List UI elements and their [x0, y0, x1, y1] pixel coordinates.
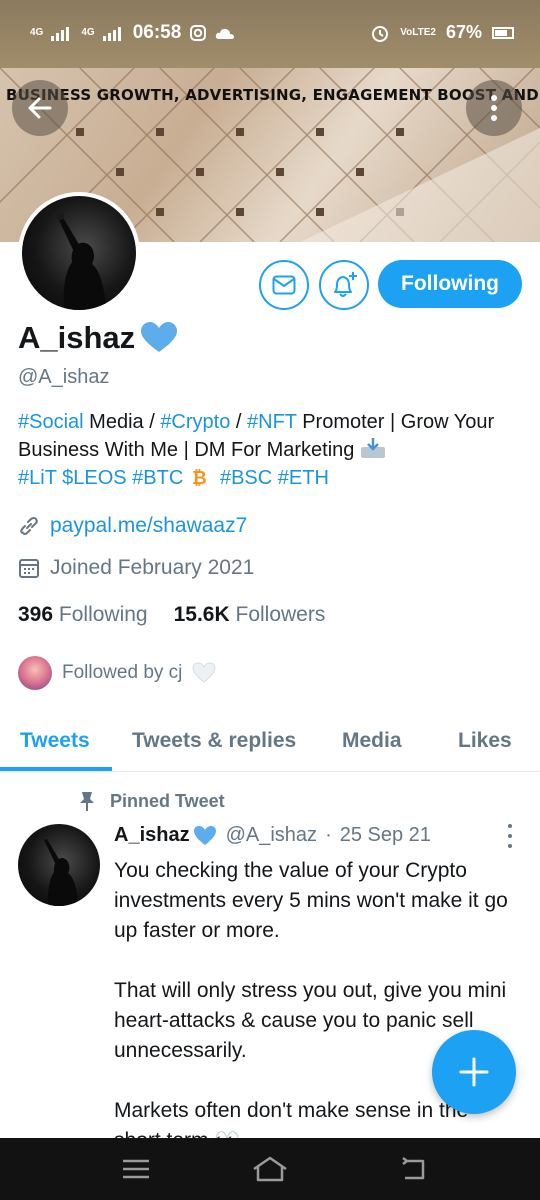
inbox-tray-icon [360, 438, 385, 458]
followers-stat[interactable]: 15.6K Followers [174, 603, 326, 627]
pinned-label: Pinned Tweet [78, 790, 225, 812]
bio-text-segment: / [230, 411, 248, 433]
tab-tweets[interactable]: Tweets [20, 712, 90, 770]
profile-tabs: Tweets Tweets & replies Media Likes [0, 712, 540, 772]
battery-icon [492, 26, 514, 39]
banner-text: BUSINESS GROWTH, ADVERTISING, ENGAGEMENT… [6, 86, 540, 104]
following-count: 396 [18, 603, 54, 626]
tweet-author-avatar[interactable] [18, 824, 100, 906]
back-nav-button[interactable] [390, 1152, 434, 1186]
pin-icon [80, 792, 94, 811]
vertical-dots-icon [491, 95, 497, 121]
bio-text: #Social Media / #Crypto / #NFT Promoter … [18, 411, 494, 461]
bio-tags-2: #BSC #ETH [220, 467, 329, 489]
status-bar: 4G 4G 06:58 VoLTE2 67% [0, 0, 540, 68]
profile-avatar[interactable] [18, 192, 140, 314]
menu-icon [123, 1159, 149, 1179]
hooded-figure-image [56, 212, 106, 310]
following-label: Following [58, 603, 148, 626]
hashtag-link[interactable]: #NFT [247, 411, 297, 433]
bell-plus-icon [334, 272, 357, 297]
hashtag-link[interactable]: #LiT [18, 467, 57, 489]
plus-icon [459, 1057, 489, 1087]
message-button[interactable] [259, 260, 309, 310]
tweet-date: 25 Sep 21 [339, 824, 431, 846]
pinned-text: Pinned Tweet [110, 790, 225, 811]
joined-date: Joined February 2021 [50, 556, 255, 579]
followers-count: 15.6K [173, 603, 230, 626]
active-tab-indicator [0, 767, 112, 771]
signal-icon-2 [102, 27, 121, 41]
clock: 06:58 [132, 22, 182, 43]
profile-bio: #Social Media / #Crypto / #NFT Promoter … [18, 408, 524, 492]
joined-row: Joined February 2021 [18, 556, 254, 580]
follower-avatar [18, 656, 52, 690]
volte-indicator: VoLTE2 [400, 26, 436, 38]
calendar-icon [19, 559, 39, 578]
hashtag-link[interactable]: #Crypto [160, 411, 230, 433]
profile-name: A_ishaz [18, 320, 178, 356]
cloud-icon [216, 28, 235, 39]
blue-heart-icon [141, 322, 178, 352]
signal-icon [51, 27, 70, 41]
profile-website-link[interactable]: paypal.me/shawaaz7 [50, 514, 247, 538]
tweet-paragraph: You checking the value of your Crypto in… [114, 859, 508, 942]
return-icon [402, 1157, 425, 1180]
network-indicator: 4G [30, 27, 44, 38]
hashtag-link[interactable]: #BTC [132, 467, 183, 489]
bitcoin-icon: ₿ [192, 468, 207, 489]
battery-percent: 67% [445, 22, 482, 42]
svg-text:₿: ₿ [192, 468, 207, 487]
back-button[interactable] [12, 80, 68, 136]
dot-icon [508, 834, 512, 838]
profile-link-row: paypal.me/shawaaz7 [18, 514, 247, 538]
status-right: VoLTE2 67% [370, 22, 514, 43]
avatar-image [22, 196, 136, 310]
hooded-figure-image [44, 839, 78, 906]
profile-handle: @A_ishaz [18, 366, 110, 388]
tab-media[interactable]: Media [342, 712, 402, 770]
status-left: 4G 4G 06:58 [30, 22, 235, 44]
tab-tweets-replies[interactable]: Tweets & replies [132, 712, 296, 770]
recent-apps-button[interactable] [114, 1152, 158, 1186]
home-button[interactable] [248, 1152, 292, 1186]
followed-by-row[interactable]: Followed by cj [18, 656, 216, 690]
tweet-header: A_ishaz @A_ishaz · 25 Sep 21 [114, 824, 431, 847]
tweet-separator: · [325, 824, 332, 846]
hashtag-link[interactable]: #BSC [220, 467, 272, 489]
compose-tweet-button[interactable] [432, 1030, 516, 1114]
white-heart-icon [192, 662, 216, 683]
mail-icon [272, 275, 296, 295]
notifications-button[interactable] [319, 260, 369, 310]
hashtag-link[interactable]: #Social [18, 411, 84, 433]
tab-likes[interactable]: Likes [458, 712, 512, 770]
instagram-icon [190, 25, 207, 41]
system-nav-bar [0, 1138, 540, 1200]
more-options-button[interactable] [466, 80, 522, 136]
hashtag-link[interactable]: #ETH [278, 467, 329, 489]
bio-tags: #LiT $LEOS #BTC [18, 467, 183, 489]
tweet-author-name[interactable]: A_ishaz [114, 824, 190, 847]
bio-text-segment: Media / [83, 411, 161, 433]
profile-name-text: A_ishaz [18, 320, 136, 355]
blue-heart-icon [193, 825, 216, 845]
dot-icon [508, 844, 512, 848]
arrow-left-icon [28, 97, 52, 119]
dot-icon [508, 824, 512, 828]
home-icon [253, 1156, 287, 1182]
alarm-icon [372, 25, 389, 42]
link-icon [20, 517, 38, 535]
tweet-more-button[interactable] [500, 824, 520, 848]
followed-by-text: Followed by cj [62, 662, 183, 683]
following-button[interactable]: Following [378, 260, 522, 308]
tweet-author-handle: @A_ishaz [225, 824, 318, 846]
following-stat[interactable]: 396 Following [18, 603, 148, 627]
hashtag-link[interactable]: $LEOS [62, 467, 126, 489]
network-indicator-2: 4G [81, 27, 95, 38]
follow-stats: 396 Following 15.6K Followers [18, 603, 325, 627]
followers-label: Followers [235, 603, 326, 626]
